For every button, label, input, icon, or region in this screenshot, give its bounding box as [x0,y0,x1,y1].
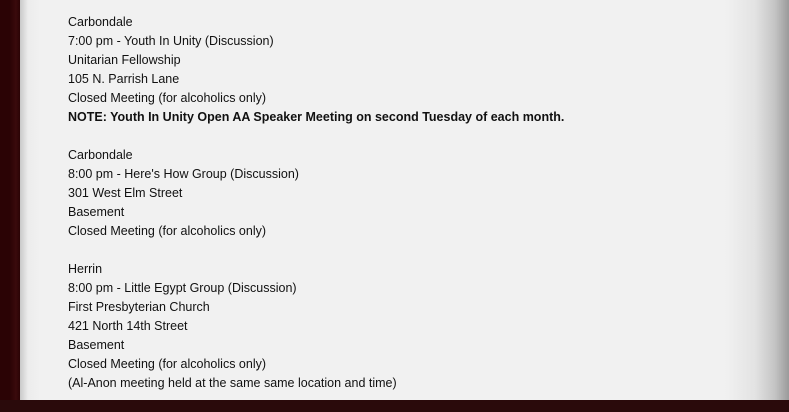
meeting-type: Closed Meeting (for alcoholics only) [68,224,267,238]
meeting-room: Basement [68,338,125,352]
meeting-venue: First Presbyterian Church [68,300,210,314]
meeting-city: Herrin [68,262,103,276]
meeting-city: Carbondale [68,15,133,29]
meeting-address: 301 West Elm Street [68,186,183,200]
meeting-venue: Unitarian Fellowship [68,53,181,67]
meeting-type: Closed Meeting (for alcoholics only) [68,91,267,105]
meeting-extra-note: (Al-Anon meeting held at the same same l… [68,376,397,390]
meeting-time-name: 8:00 pm - Here's How Group (Discussion) [68,167,299,181]
meeting-type: Closed Meeting (for alcoholics only) [68,357,267,371]
meeting-time-name: 7:00 pm - Youth In Unity (Discussion) [68,34,274,48]
meeting-room: Basement [68,205,125,219]
meeting-entry: Carbondale 7:00 pm - Youth In Unity (Dis… [68,13,564,127]
content-panel: Carbondale 7:00 pm - Youth In Unity (Dis… [20,0,789,400]
meeting-entry: Carbondale 8:00 pm - Here's How Group (D… [68,146,564,241]
meeting-time-name: 8:00 pm - Little Egypt Group (Discussion… [68,281,297,295]
meeting-address: 105 N. Parrish Lane [68,72,180,86]
meeting-address: 421 North 14th Street [68,319,188,333]
meeting-city: Carbondale [68,148,133,162]
meeting-entry: Herrin 8:00 pm - Little Egypt Group (Dis… [68,260,564,393]
meeting-note: NOTE: Youth In Unity Open AA Speaker Mee… [68,110,565,124]
meeting-listing: Carbondale 7:00 pm - Youth In Unity (Dis… [68,13,564,412]
